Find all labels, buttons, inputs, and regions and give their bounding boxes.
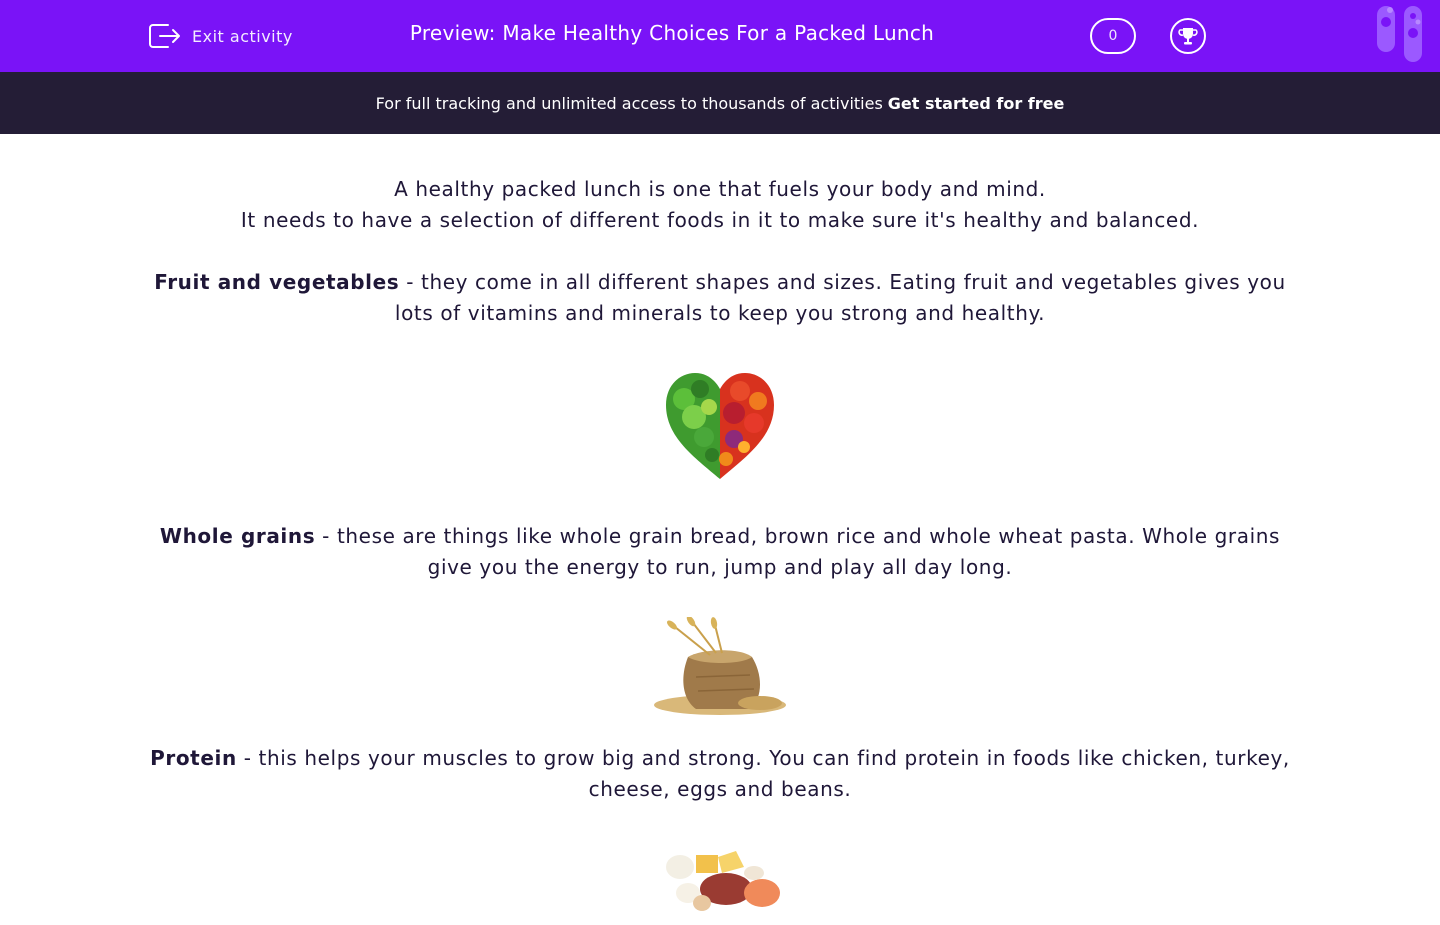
- exit-activity-button[interactable]: Exit activity: [148, 20, 293, 52]
- protein-text: - this helps your muscles to grow big an…: [236, 746, 1290, 801]
- page-title: Preview: Make Healthy Choices For a Pack…: [409, 21, 935, 45]
- exit-activity-label: Exit activity: [192, 26, 293, 46]
- get-started-link[interactable]: Get started for free: [888, 94, 1065, 113]
- fruit-vegetables-paragraph: Fruit and vegetables - they come in all …: [140, 267, 1300, 329]
- grain-sack-image: [654, 617, 786, 715]
- trophy-button[interactable]: [1170, 18, 1206, 54]
- lesson-content: A healthy packed lunch is one that fuels…: [140, 174, 1300, 925]
- banner-text: For full tracking and unlimited access t…: [375, 93, 883, 113]
- fruit-vegetables-heading: Fruit and vegetables: [154, 270, 400, 294]
- trophy-icon: [1178, 28, 1198, 45]
- test-tubes-icon: [1377, 6, 1422, 62]
- whole-grains-text: - these are things like whole grain brea…: [315, 524, 1281, 579]
- protein-paragraph: Protein - this helps your muscles to gro…: [140, 743, 1300, 805]
- score-badge: 0: [1090, 18, 1136, 54]
- fruit-vegetable-heart-image: [666, 373, 774, 479]
- protein-foods-image: [666, 851, 780, 911]
- whole-grains-heading: Whole grains: [159, 524, 316, 548]
- access-banner: For full tracking and unlimited access t…: [0, 72, 1440, 134]
- exit-icon: [149, 24, 180, 48]
- fruit-vegetables-text: - they come in all different shapes and …: [394, 270, 1286, 325]
- whole-grains-paragraph: Whole grains - these are things like who…: [140, 521, 1300, 583]
- protein-heading: Protein: [150, 746, 237, 770]
- top-header: Exit activity Preview: Make Healthy Choi…: [0, 0, 1440, 72]
- intro-line-2: It needs to have a selection of differen…: [240, 208, 1200, 232]
- intro-line-1: A healthy packed lunch is one that fuels…: [394, 177, 1046, 201]
